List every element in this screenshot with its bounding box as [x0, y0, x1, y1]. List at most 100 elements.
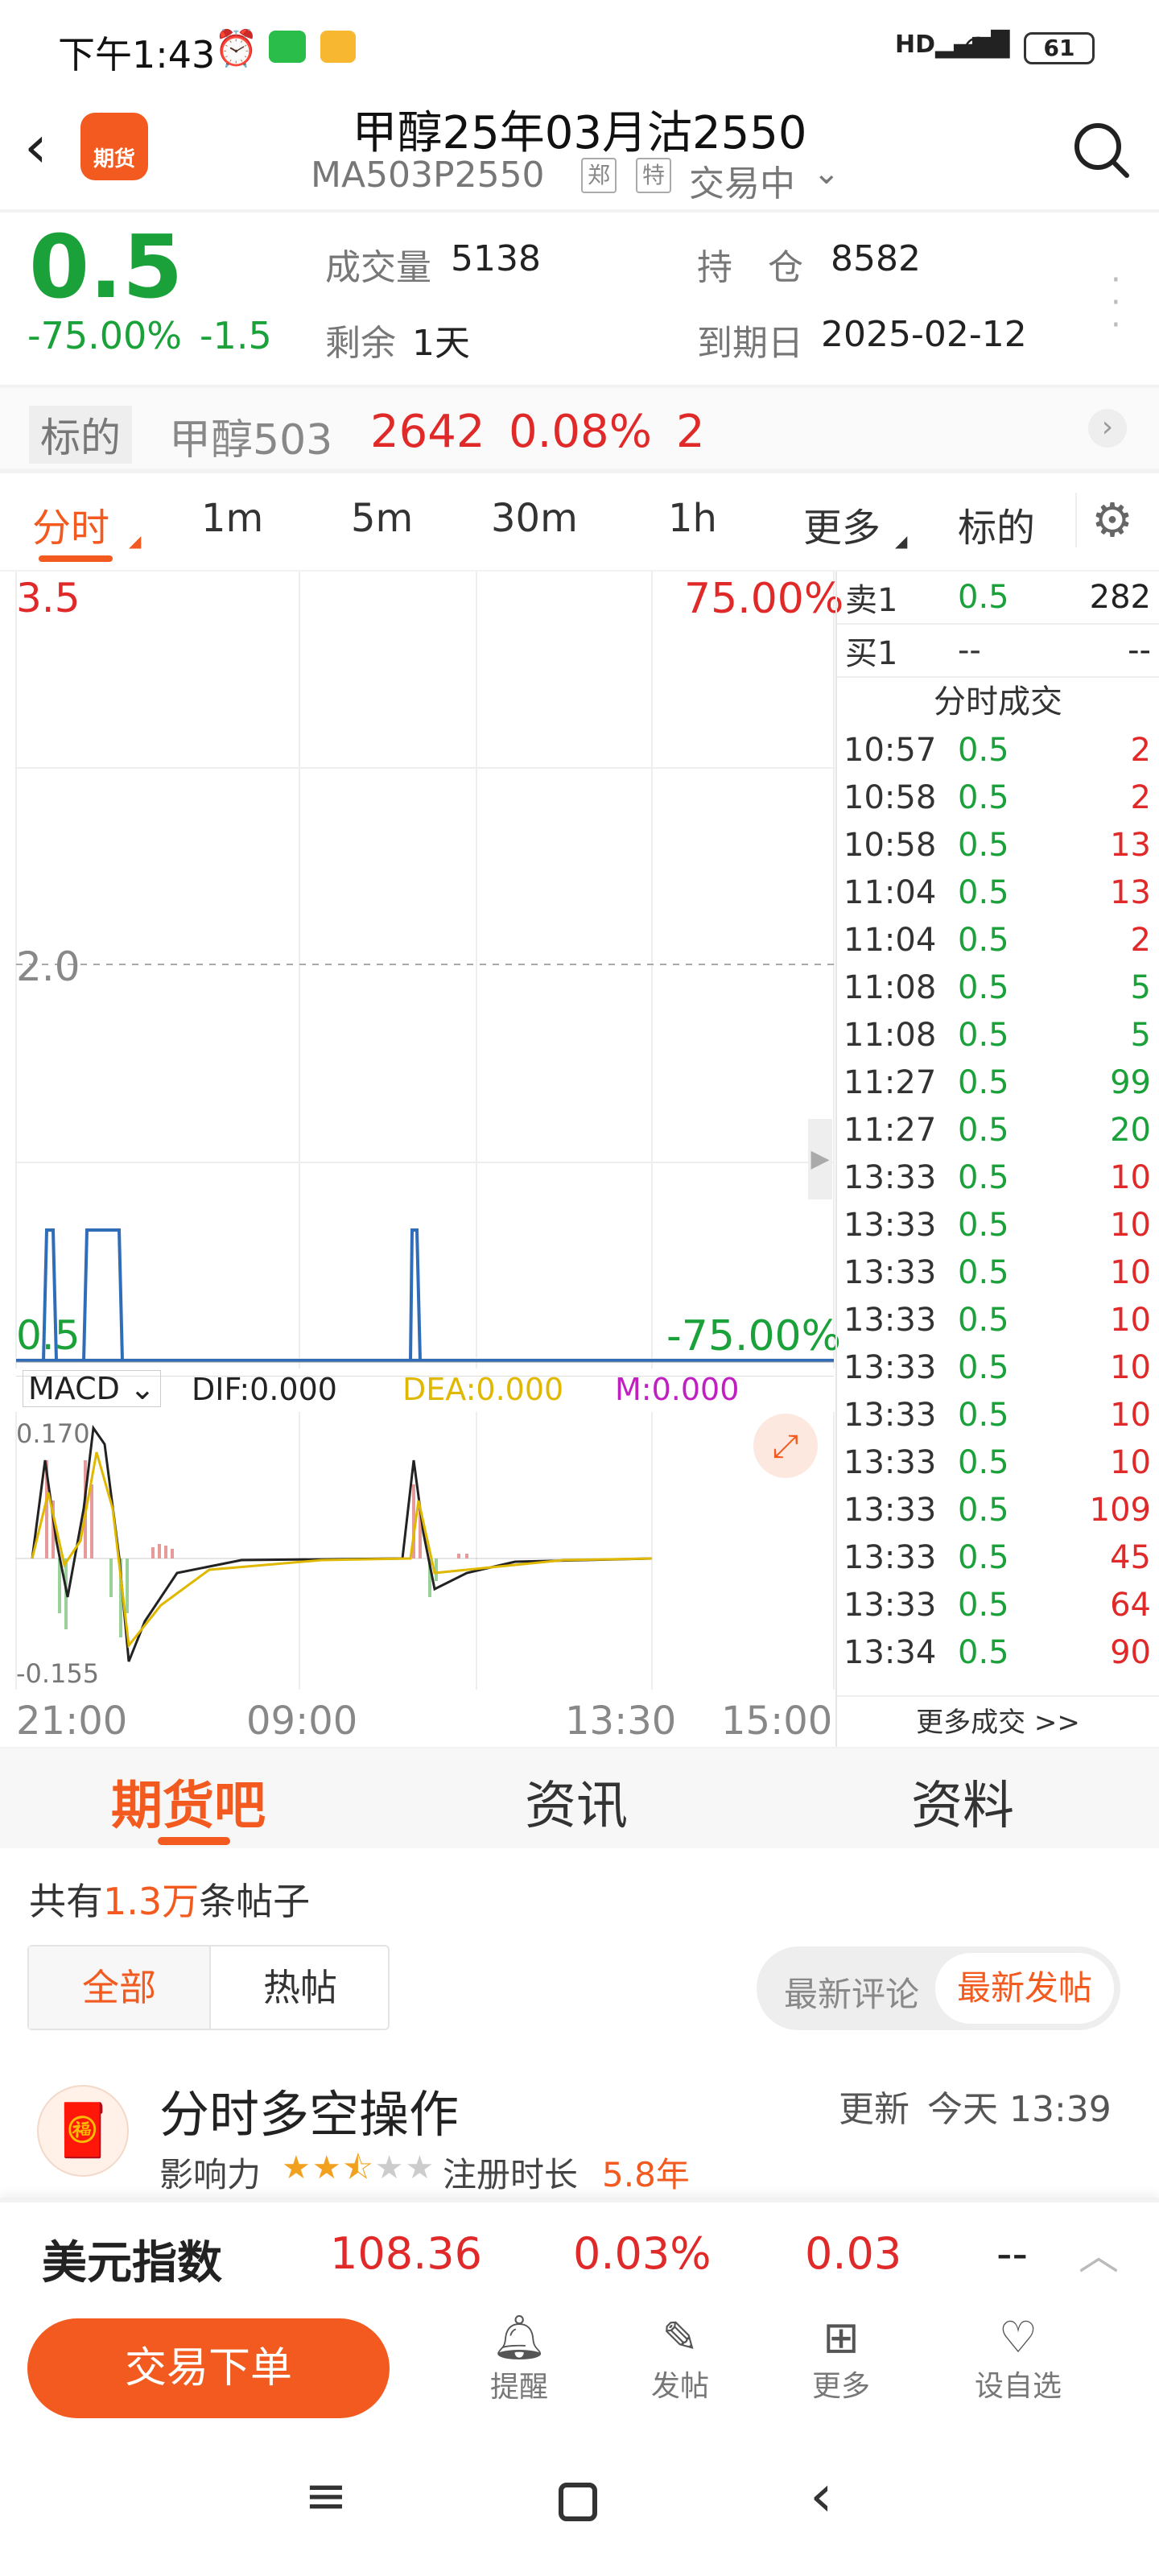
- post-item[interactable]: 🧧 分时多空操作 更新 今天 13:39 影响力 ★★⯪★★ 注册时长 5.8年: [0, 2061, 1159, 2206]
- trade-status[interactable]: 交易中: [689, 155, 795, 206]
- post-button[interactable]: ✎ 发帖: [636, 2312, 724, 2405]
- underlying-pct: 0.08%: [509, 406, 652, 458]
- trade-price: 0.5: [958, 1348, 1009, 1386]
- grid-icon: ⊞: [823, 2312, 860, 2363]
- more-trades-link[interactable]: 更多成交 >>: [837, 1695, 1159, 1747]
- trades-title: 分时成交: [934, 683, 1062, 720]
- y-axis-top-right: 75.00%: [684, 575, 844, 623]
- trade-row: 10:57 0.5 2: [837, 726, 1159, 774]
- trade-row: 11:08 0.5 5: [837, 964, 1159, 1011]
- filter-hot[interactable]: 热帖: [209, 1946, 390, 2029]
- buy1-price: --: [958, 632, 981, 669]
- trade-row: 11:27 0.5 20: [837, 1106, 1159, 1154]
- svg-text:⤢: ⤢: [773, 1428, 798, 1465]
- trade-volume: 10: [1110, 1206, 1151, 1244]
- tab-5m[interactable]: 5m: [351, 496, 413, 541]
- search-icon[interactable]: [1070, 119, 1132, 180]
- trade-time: 13:34: [843, 1633, 937, 1671]
- ticker-name: 美元指数: [42, 2237, 222, 2289]
- trade-row: 13:33 0.5 10: [837, 1391, 1159, 1439]
- sell1-row: 卖1 0.5 282: [837, 572, 1159, 625]
- trade-volume: 45: [1110, 1538, 1151, 1576]
- tab-forum[interactable]: 期货吧: [111, 1765, 266, 1839]
- trade-price: 0.5: [958, 1206, 1009, 1244]
- trade-price: 0.5: [958, 1158, 1009, 1196]
- tab-indicator: [158, 1837, 230, 1845]
- macd-m: M:0.000: [615, 1372, 740, 1407]
- price-chart[interactable]: [0, 572, 837, 1377]
- notes-icon: [320, 31, 356, 63]
- avatar[interactable]: 🧧: [37, 2085, 129, 2177]
- tab-30m[interactable]: 30m: [491, 496, 578, 541]
- sort-latest-comment[interactable]: 最新评论: [784, 1967, 919, 2017]
- trade-volume: 13: [1110, 826, 1151, 864]
- trade-row: 11:08 0.5 5: [837, 1011, 1159, 1059]
- post-count: 共有1.3万条帖子: [29, 1872, 310, 1926]
- sell1-price: 0.5: [958, 579, 1009, 616]
- trade-price: 0.5: [958, 1491, 1009, 1529]
- menu-icon[interactable]: ≡: [304, 2467, 348, 2526]
- trade-volume: 5: [1130, 968, 1151, 1006]
- trade-volume: 20: [1110, 1111, 1151, 1149]
- tab-news[interactable]: 资讯: [525, 1765, 628, 1839]
- exchange-tag: 郑: [581, 158, 617, 193]
- macd-dea: DEA:0.000: [402, 1372, 564, 1407]
- remind-button[interactable]: 🔔︎ 提醒: [475, 2312, 563, 2405]
- chevron-right-icon[interactable]: ›: [1088, 409, 1127, 448]
- y-axis-mid: 2.0: [16, 943, 80, 990]
- more-vert-icon[interactable]: · · ·: [1111, 264, 1121, 341]
- trade-price: 0.5: [958, 968, 1009, 1006]
- y-axis-bottom-left: 0.5: [16, 1312, 80, 1359]
- trade-volume: 64: [1110, 1586, 1151, 1624]
- status-time: 下午1:43: [58, 33, 216, 76]
- ticker-bar[interactable]: 美元指数 108.36 0.03% 0.03 -- ︿: [0, 2198, 1159, 2297]
- tab-info[interactable]: 资料: [911, 1765, 1014, 1839]
- underlying-row[interactable]: 标的 甲醇503 2642 0.08% 2 ›: [0, 388, 1159, 469]
- trade-row: 10:58 0.5 2: [837, 774, 1159, 821]
- home-icon[interactable]: [559, 2483, 597, 2521]
- more-button[interactable]: ⊞ 更多: [797, 2312, 885, 2405]
- tab-1m[interactable]: 1m: [201, 496, 263, 541]
- y-axis-top-left: 3.5: [16, 575, 80, 621]
- trade-row: 10:58 0.5 13: [837, 821, 1159, 869]
- tab-more[interactable]: 更多: [803, 496, 881, 552]
- influence-stars: ★★⯪★★: [282, 2149, 436, 2186]
- tab-intraday[interactable]: 分时: [32, 496, 109, 552]
- trade-time: 11:08: [843, 1016, 937, 1054]
- back-nav-icon[interactable]: ‹: [810, 2462, 833, 2529]
- change-value: -1.5: [200, 314, 272, 357]
- trade-time: 13:33: [843, 1348, 937, 1386]
- chevron-up-icon[interactable]: ︿: [1079, 2223, 1119, 2281]
- settings-gear-icon[interactable]: ⚙: [1075, 493, 1133, 547]
- x-label: 15:00: [721, 1699, 833, 1744]
- tab-1h[interactable]: 1h: [668, 496, 717, 541]
- header: ‹ 期货 甲醇25年03月沽2550 MA503P2550 郑 特 交易中 ⌄: [0, 97, 1159, 209]
- trade-volume: 10: [1110, 1396, 1151, 1434]
- trade-time: 13:33: [843, 1396, 937, 1434]
- heart-add-icon: ♡: [998, 2312, 1038, 2363]
- trade-price: 0.5: [958, 778, 1009, 816]
- trade-order-button[interactable]: 交易下单: [27, 2318, 390, 2418]
- chevron-down-icon[interactable]: ⌄: [813, 155, 840, 192]
- macd-top: 0.170: [16, 1418, 90, 1449]
- trade-row: 13:33 0.5 64: [837, 1581, 1159, 1629]
- volume-label: 成交量: [325, 247, 431, 288]
- sort-latest-post[interactable]: 最新发帖: [935, 1953, 1114, 2024]
- expand-icon[interactable]: ⤢: [753, 1414, 818, 1478]
- watchlist-button[interactable]: ♡ 设自选: [966, 2312, 1070, 2405]
- macd-selector[interactable]: MACD ⌄: [23, 1370, 161, 1407]
- collapse-handle[interactable]: ▶: [808, 1119, 832, 1199]
- macd-chart[interactable]: ⤢: [0, 1412, 837, 1694]
- macd-header: MACD ⌄ DIF:0.000 DEA:0.000 M:0.000: [16, 1367, 835, 1412]
- battery-icon: 61: [1024, 32, 1095, 64]
- trade-price: 0.5: [958, 1538, 1009, 1576]
- tab-underlying[interactable]: 标的: [958, 496, 1035, 552]
- back-button[interactable]: ‹: [24, 113, 47, 180]
- trade-volume: 90: [1110, 1633, 1151, 1671]
- trade-price: 0.5: [958, 1111, 1009, 1149]
- change-pct: -75.00%: [27, 314, 182, 357]
- filter-all[interactable]: 全部: [29, 1946, 209, 2029]
- trade-time: 13:33: [843, 1301, 937, 1339]
- trade-volume: 2: [1130, 778, 1151, 816]
- trade-row: 11:04 0.5 2: [837, 916, 1159, 964]
